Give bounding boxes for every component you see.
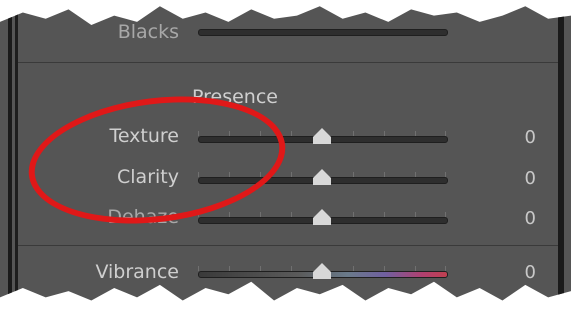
panel-right-edge <box>558 6 564 301</box>
vibrance-label: Vibrance <box>95 261 179 283</box>
clarity-value[interactable]: 0 <box>525 168 536 190</box>
texture-slider-thumb[interactable] <box>313 128 331 144</box>
blacks-slider-track[interactable] <box>198 29 448 36</box>
panel-left-edge-inner <box>15 6 18 301</box>
blacks-label: Blacks <box>117 21 179 43</box>
dehaze-slider-thumb[interactable] <box>313 209 331 225</box>
dehaze-value[interactable]: 0 <box>525 208 536 230</box>
vibrance-value[interactable]: 0 <box>525 262 536 284</box>
section-divider-2 <box>18 245 558 246</box>
vibrance-slider-thumb[interactable] <box>313 263 331 279</box>
section-divider <box>18 62 558 63</box>
panel-left-edge <box>8 6 12 301</box>
clarity-slider-thumb[interactable] <box>313 169 331 185</box>
texture-value[interactable]: 0 <box>525 127 536 149</box>
